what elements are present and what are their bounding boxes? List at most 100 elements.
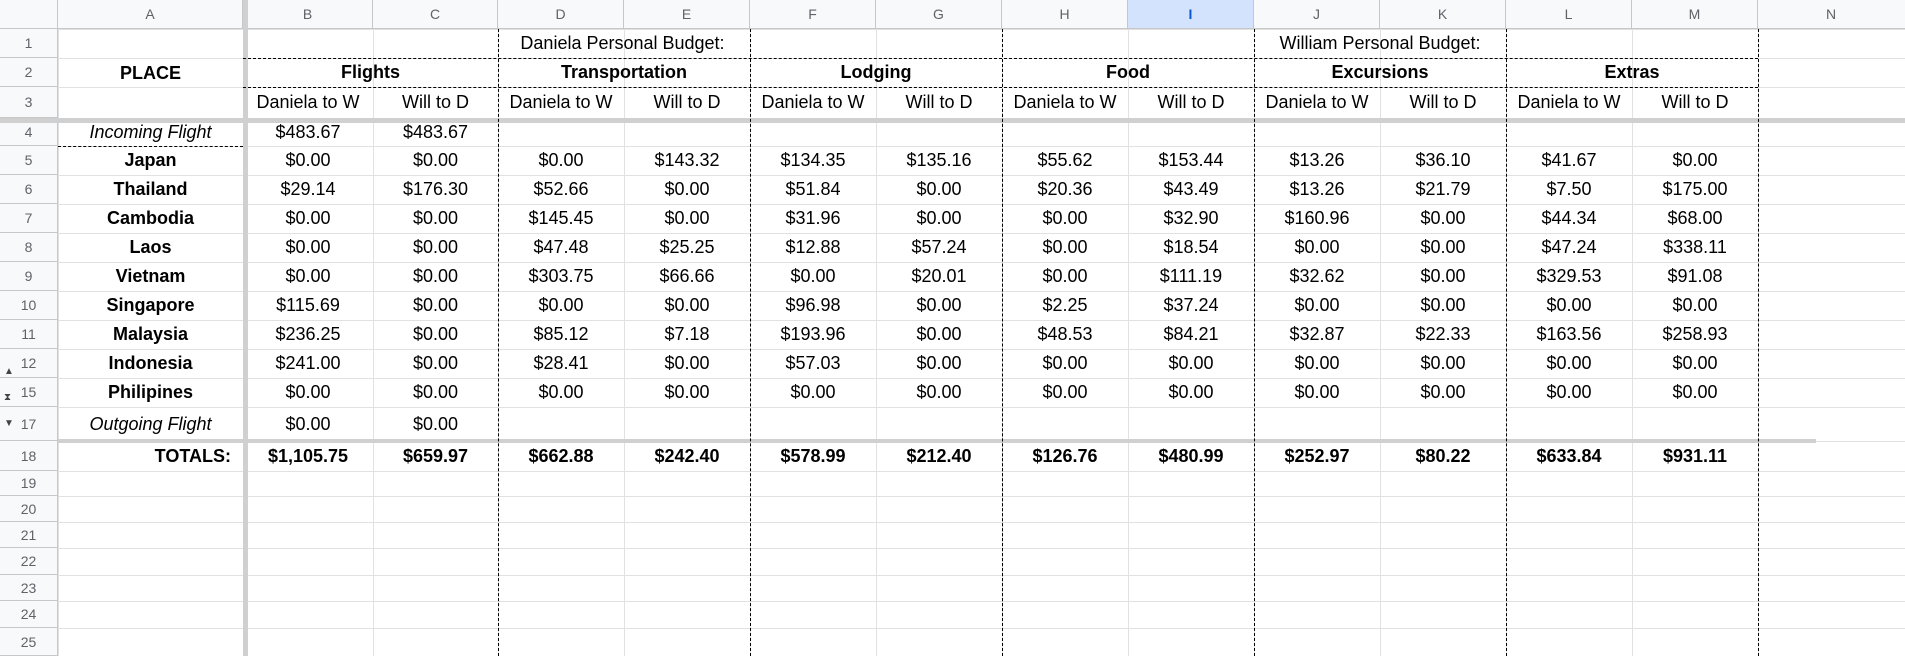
value-cell[interactable]: $7.50 <box>1506 175 1632 204</box>
value-cell[interactable]: $0.00 <box>498 291 624 320</box>
value-cell[interactable]: $0.00 <box>1380 233 1506 262</box>
value-cell[interactable]: $143.32 <box>624 146 750 175</box>
value-cell[interactable]: $0.00 <box>1380 204 1506 233</box>
column-header-e[interactable]: E <box>624 0 750 29</box>
value-cell[interactable] <box>624 407 750 441</box>
value-cell[interactable]: $0.00 <box>624 291 750 320</box>
value-cell[interactable]: $0.00 <box>373 262 498 291</box>
value-cell[interactable]: $18.54 <box>1128 233 1254 262</box>
value-cell[interactable]: $0.00 <box>243 407 373 441</box>
value-cell[interactable]: $32.90 <box>1128 204 1254 233</box>
column-header-f[interactable]: F <box>750 0 876 29</box>
value-cell[interactable]: $68.00 <box>1632 204 1758 233</box>
value-cell[interactable]: $0.00 <box>876 349 1002 378</box>
value-cell[interactable]: $176.30 <box>373 175 498 204</box>
value-cell[interactable]: $41.67 <box>1506 146 1632 175</box>
value-cell[interactable]: $32.87 <box>1254 320 1380 349</box>
row-group-toggle-icon[interactable]: ▲ <box>4 366 14 377</box>
row-header-9[interactable]: 9 <box>0 262 58 291</box>
value-cell[interactable]: $20.01 <box>876 262 1002 291</box>
value-cell[interactable]: $57.03 <box>750 349 876 378</box>
row-header-5[interactable]: 5 <box>0 146 58 175</box>
value-cell[interactable]: $0.00 <box>876 378 1002 407</box>
value-cell[interactable]: $236.25 <box>243 320 373 349</box>
value-cell[interactable]: $0.00 <box>373 407 498 441</box>
value-cell[interactable]: $36.10 <box>1380 146 1506 175</box>
value-cell[interactable]: $163.56 <box>1506 320 1632 349</box>
total-value-cell[interactable]: $126.76 <box>1002 441 1128 471</box>
row-header-25[interactable]: 25 <box>0 628 58 656</box>
value-cell[interactable] <box>1380 407 1506 441</box>
row-header-10[interactable]: 10 <box>0 291 58 320</box>
row-header-20[interactable]: 20 <box>0 496 58 522</box>
value-cell[interactable]: $47.24 <box>1506 233 1632 262</box>
value-cell[interactable]: $0.00 <box>876 204 1002 233</box>
value-cell[interactable]: $0.00 <box>624 378 750 407</box>
row-header-11[interactable]: 11 <box>0 320 58 349</box>
column-header-c[interactable]: C <box>373 0 498 29</box>
value-cell[interactable]: $111.19 <box>1128 262 1254 291</box>
value-cell[interactable]: $0.00 <box>876 175 1002 204</box>
value-cell[interactable]: $84.21 <box>1128 320 1254 349</box>
frozen-column-divider[interactable] <box>243 0 248 656</box>
value-cell[interactable]: $0.00 <box>750 262 876 291</box>
value-cell[interactable]: $0.00 <box>373 291 498 320</box>
value-cell[interactable]: $160.96 <box>1254 204 1380 233</box>
value-cell[interactable]: $32.62 <box>1254 262 1380 291</box>
value-cell[interactable]: $0.00 <box>1380 349 1506 378</box>
value-cell[interactable]: $0.00 <box>1128 378 1254 407</box>
value-cell[interactable]: $0.00 <box>373 204 498 233</box>
value-cell[interactable]: $0.00 <box>243 204 373 233</box>
value-cell[interactable]: $0.00 <box>750 378 876 407</box>
value-cell[interactable]: $55.62 <box>1002 146 1128 175</box>
value-cell[interactable]: $145.45 <box>498 204 624 233</box>
value-cell[interactable]: $0.00 <box>498 146 624 175</box>
total-value-cell[interactable]: $659.97 <box>373 441 498 471</box>
row-group-toggle-icon[interactable]: ⧗ <box>4 392 11 403</box>
total-value-cell[interactable]: $1,105.75 <box>243 441 373 471</box>
value-cell[interactable]: $28.41 <box>498 349 624 378</box>
row-header-6[interactable]: 6 <box>0 175 58 204</box>
value-cell[interactable]: $0.00 <box>1380 378 1506 407</box>
value-cell[interactable]: $43.49 <box>1128 175 1254 204</box>
value-cell[interactable]: $12.88 <box>750 233 876 262</box>
value-cell[interactable]: $153.44 <box>1128 146 1254 175</box>
row-header-24[interactable]: 24 <box>0 601 58 628</box>
value-cell[interactable]: $0.00 <box>624 204 750 233</box>
row-group-toggle-icon[interactable]: ▼ <box>4 418 14 429</box>
value-cell[interactable]: $0.00 <box>624 349 750 378</box>
value-cell[interactable]: $0.00 <box>373 146 498 175</box>
row-header-19[interactable]: 19 <box>0 471 58 496</box>
total-value-cell[interactable]: $633.84 <box>1506 441 1632 471</box>
value-cell[interactable]: $0.00 <box>1506 291 1632 320</box>
value-cell[interactable]: $0.00 <box>1380 262 1506 291</box>
column-header-d[interactable]: D <box>498 0 624 29</box>
value-cell[interactable]: $0.00 <box>1254 233 1380 262</box>
value-cell[interactable]: $175.00 <box>1632 175 1758 204</box>
value-cell[interactable]: $0.00 <box>1128 349 1254 378</box>
value-cell[interactable]: $57.24 <box>876 233 1002 262</box>
total-value-cell[interactable]: $252.97 <box>1254 441 1380 471</box>
value-cell[interactable]: $0.00 <box>1002 378 1128 407</box>
value-cell[interactable]: $0.00 <box>1632 146 1758 175</box>
value-cell[interactable]: $13.26 <box>1254 146 1380 175</box>
column-header-j[interactable]: J <box>1254 0 1380 29</box>
value-cell[interactable] <box>1002 407 1128 441</box>
value-cell[interactable]: $0.00 <box>373 378 498 407</box>
value-cell[interactable] <box>1128 407 1254 441</box>
value-cell[interactable]: $0.00 <box>876 320 1002 349</box>
total-value-cell[interactable]: $242.40 <box>624 441 750 471</box>
value-cell[interactable]: $96.98 <box>750 291 876 320</box>
column-header-n[interactable]: N <box>1758 0 1905 29</box>
value-cell[interactable]: $13.26 <box>1254 175 1380 204</box>
value-cell[interactable]: $85.12 <box>498 320 624 349</box>
value-cell[interactable]: $329.53 <box>1506 262 1632 291</box>
row-header-3[interactable]: 3 <box>0 87 58 118</box>
value-cell[interactable] <box>750 407 876 441</box>
value-cell[interactable] <box>1632 407 1758 441</box>
row-header-1[interactable]: 1 <box>0 29 58 58</box>
column-header-a[interactable]: A <box>58 0 243 29</box>
value-cell[interactable]: $115.69 <box>243 291 373 320</box>
value-cell[interactable]: $21.79 <box>1380 175 1506 204</box>
row-header-22[interactable]: 22 <box>0 548 58 575</box>
